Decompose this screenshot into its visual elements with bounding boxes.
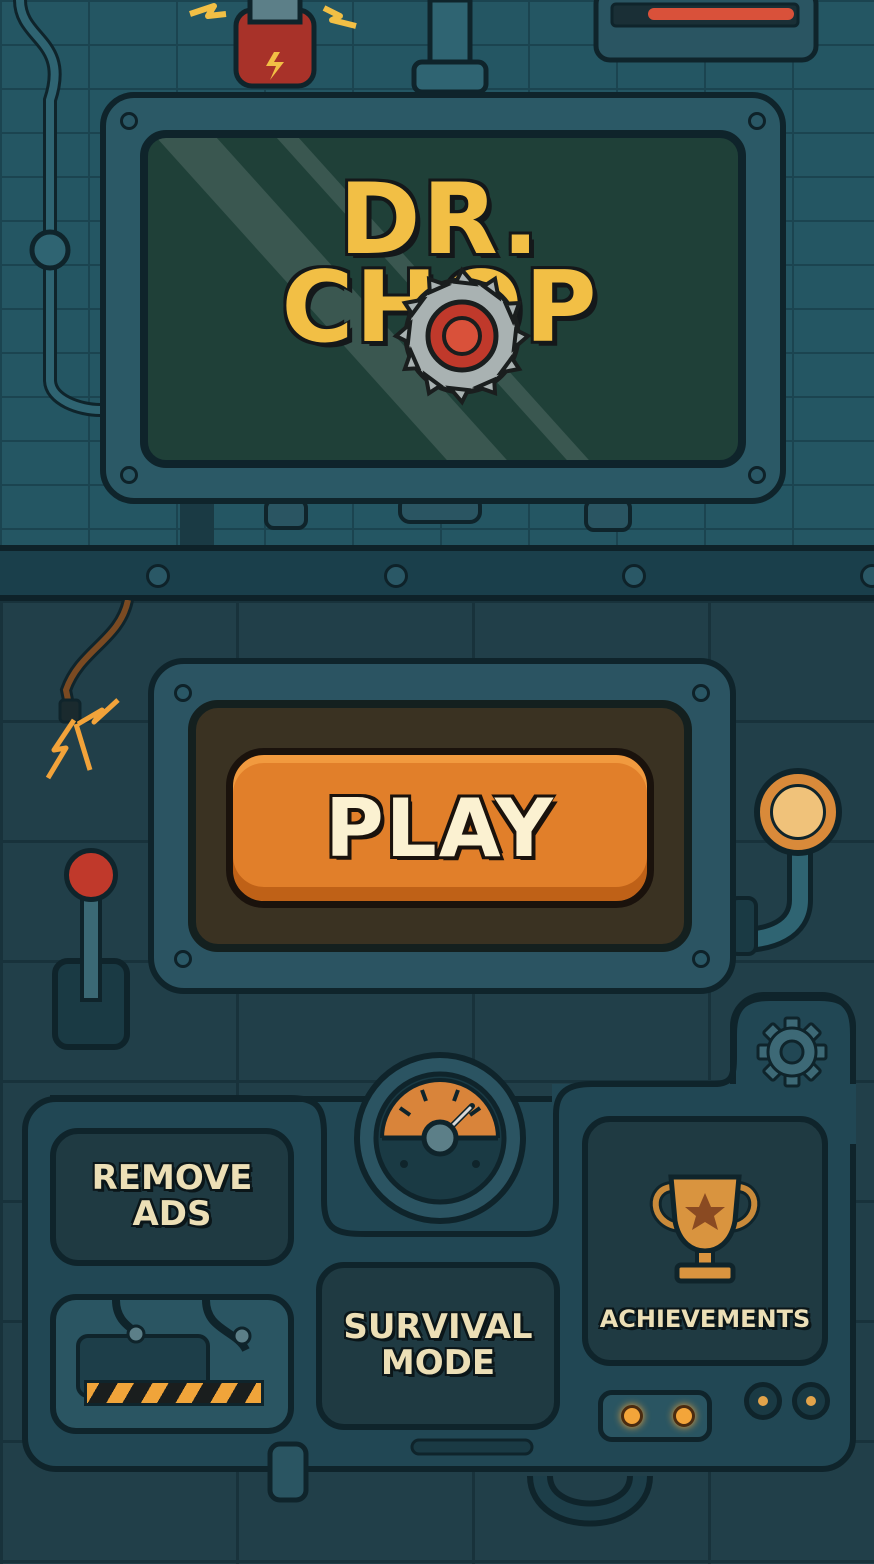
divider-rail [0,545,874,601]
hazard-window-decoration [50,1294,294,1434]
indicator-lamp [673,1405,695,1427]
side-pressure-gauge [754,768,842,856]
indicator-lamp [621,1405,643,1427]
trophy-icon [649,1174,761,1284]
console-knob [792,1382,830,1420]
console-knob [744,1382,782,1420]
lever-knob[interactable] [64,848,118,902]
play-button-label: PLAY [325,781,555,875]
saw-blade-icon [392,266,532,406]
indicator-lights-box [598,1390,712,1442]
survival-mode-label: SURVIVAL MODE [343,1307,533,1383]
side-pipe-decoration [730,850,813,956]
survival-mode-button[interactable]: SURVIVAL MODE [316,1262,560,1430]
play-button[interactable]: PLAY [226,748,654,908]
remove-ads-label: REMOVE ADS [91,1158,253,1234]
gear-icon[interactable] [756,1016,828,1088]
sparking-cable-decoration [45,600,134,780]
achievements-label: ACHIEVEMENTS [599,1305,811,1334]
center-pressure-gauge [354,1052,526,1224]
remove-ads-button[interactable]: REMOVE ADS [50,1128,294,1266]
achievements-button[interactable]: ACHIEVEMENTS [582,1116,828,1366]
console-bottom-details [267,1438,653,1527]
